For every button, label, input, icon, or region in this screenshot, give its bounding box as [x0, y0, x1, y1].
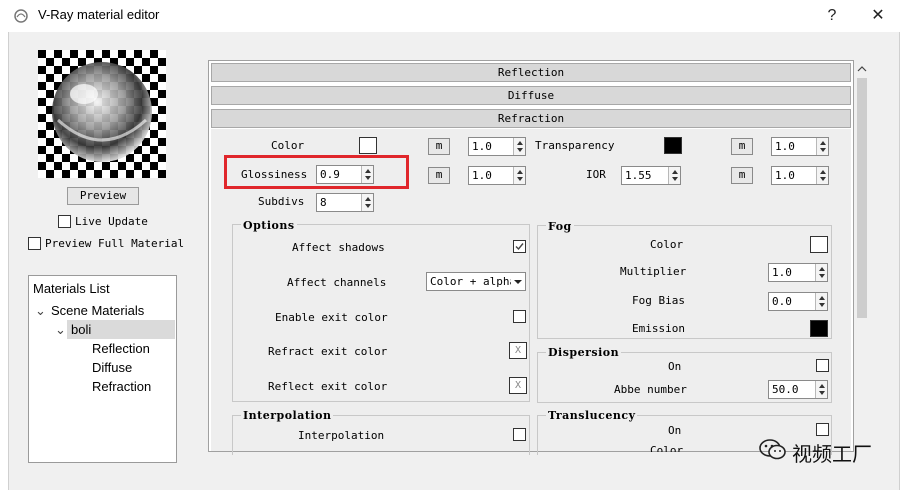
live-update-checkbox[interactable] — [58, 215, 71, 228]
translucency-color-label: Color — [650, 444, 684, 452]
affect-channels-dropdown[interactable]: Color + alpha — [426, 272, 526, 291]
live-update-label: Live Update — [75, 215, 148, 228]
dispersion-on-label: On — [668, 360, 682, 373]
refraction-color-swatch[interactable] — [359, 137, 377, 154]
spinner-arrows-icon[interactable] — [668, 167, 680, 184]
affect-shadows-checkbox[interactable] — [513, 240, 526, 253]
tree-item-boli[interactable]: boli — [67, 320, 175, 339]
spinner-arrows-icon[interactable] — [815, 264, 827, 281]
enable-exit-color-checkbox[interactable] — [513, 310, 526, 323]
spinner-arrows-icon[interactable] — [816, 167, 828, 184]
refraction-color-multiplier[interactable]: 1.0 — [468, 137, 526, 156]
dispersion-title: Dispersion — [546, 346, 622, 359]
translucency-title: Translucency — [546, 409, 638, 422]
transparency-multiplier[interactable]: 1.0 — [771, 137, 829, 156]
rollout-reflection[interactable]: Reflection — [211, 63, 851, 82]
ior-multiplier[interactable]: 1.0 — [771, 166, 829, 185]
affect-shadows-label: Affect shadows — [292, 241, 385, 254]
tree-item-scene-materials[interactable]: Scene Materials — [51, 303, 144, 318]
refract-exit-color-swatch[interactable]: X — [509, 342, 527, 359]
close-button[interactable]: ✕ — [864, 4, 892, 28]
transparency-map-button[interactable]: m — [731, 138, 753, 155]
interpolation-checkbox[interactable] — [513, 428, 526, 441]
affect-channels-label: Affect channels — [287, 276, 387, 289]
tree-item-reflection[interactable]: Reflection — [92, 341, 150, 356]
fog-multiplier-label: Multiplier — [620, 265, 687, 278]
abbe-number-label: Abbe number — [614, 383, 687, 396]
spinner-arrows-icon[interactable] — [513, 138, 525, 155]
dropdown-arrow-icon[interactable] — [511, 273, 525, 290]
fog-bias-label: Fog Bias — [632, 294, 685, 307]
scroll-up-icon[interactable] — [857, 64, 867, 74]
fog-title: Fog — [546, 220, 574, 233]
refraction-color-label: Color — [271, 139, 305, 152]
spinner-arrows-icon[interactable] — [513, 167, 525, 184]
glossiness-multiplier[interactable]: 1.0 — [468, 166, 526, 185]
transparency-swatch[interactable] — [664, 137, 682, 154]
watermark-text: 视频工厂 — [792, 442, 872, 466]
rollout-refraction[interactable]: Refraction — [211, 109, 851, 128]
rollout-diffuse[interactable]: Diffuse — [211, 86, 851, 105]
fog-color-label: Color — [650, 238, 684, 251]
scrollbar-thumb[interactable] — [857, 78, 867, 318]
materials-list-title: Materials List — [33, 281, 110, 296]
options-title: Options — [241, 219, 297, 232]
transparency-label: Transparency — [535, 139, 615, 152]
reflect-exit-color-swatch[interactable]: X — [509, 377, 527, 394]
glossiness-highlight-box — [224, 155, 409, 189]
reflect-exit-color-label: Reflect exit color — [268, 380, 388, 393]
ior-spinner[interactable]: 1.55 — [621, 166, 681, 185]
preview-full-material-label: Preview Full Material — [45, 237, 185, 250]
spinner-arrows-icon[interactable] — [816, 138, 828, 155]
interpolation-label: Interpolation — [298, 429, 385, 442]
spinner-arrows-icon[interactable] — [815, 293, 827, 310]
app-icon — [14, 9, 28, 23]
fog-bias-spinner[interactable]: 0.0 — [768, 292, 828, 311]
dispersion-on-checkbox[interactable] — [816, 359, 829, 372]
tree-item-diffuse[interactable]: Diffuse — [92, 360, 132, 375]
boli-chevron-icon[interactable]: ⌄ — [55, 322, 66, 338]
wechat-logo-icon — [759, 439, 786, 460]
fog-emission-swatch[interactable] — [810, 320, 828, 337]
affect-channels-value: Color + alpha — [430, 275, 517, 288]
tree-item-boli-label: boli — [71, 322, 92, 337]
spinner-arrows-icon[interactable] — [815, 381, 827, 398]
window-title: V-Ray material editor — [38, 7, 160, 22]
fog-emission-label: Emission — [632, 322, 685, 335]
refract-exit-color-label: Refract exit color — [268, 345, 388, 358]
preview-button[interactable]: Preview — [67, 187, 139, 205]
material-preview — [38, 50, 166, 178]
fog-color-swatch[interactable] — [810, 236, 828, 253]
title-bar: V-Ray material editor ? ✕ — [0, 0, 908, 32]
ior-map-button[interactable]: m — [731, 167, 753, 184]
fog-multiplier-spinner[interactable]: 1.0 — [768, 263, 828, 282]
help-button[interactable]: ? — [818, 4, 846, 28]
ior-label: IOR — [586, 168, 606, 181]
scene-materials-chevron-icon[interactable]: ⌄ — [35, 303, 46, 319]
tree-item-refraction[interactable]: Refraction — [92, 379, 151, 394]
translucency-on-label: On — [668, 424, 682, 437]
subdivs-label: Subdivs — [258, 195, 305, 208]
spinner-arrows-icon[interactable] — [361, 194, 373, 211]
interpolation-title: Interpolation — [241, 409, 334, 422]
materials-list: Materials List ⌄ Scene Materials ⌄ boli … — [28, 275, 177, 463]
translucency-on-checkbox[interactable] — [816, 423, 829, 436]
refraction-color-map-button[interactable]: m — [428, 138, 450, 155]
enable-exit-color-label: Enable exit color — [275, 311, 388, 324]
abbe-number-spinner[interactable]: 50.0 — [768, 380, 828, 399]
preview-full-material-checkbox[interactable] — [28, 237, 41, 250]
subdivs-spinner[interactable]: 8 — [316, 193, 374, 212]
glossiness-map-button[interactable]: m — [428, 167, 450, 184]
